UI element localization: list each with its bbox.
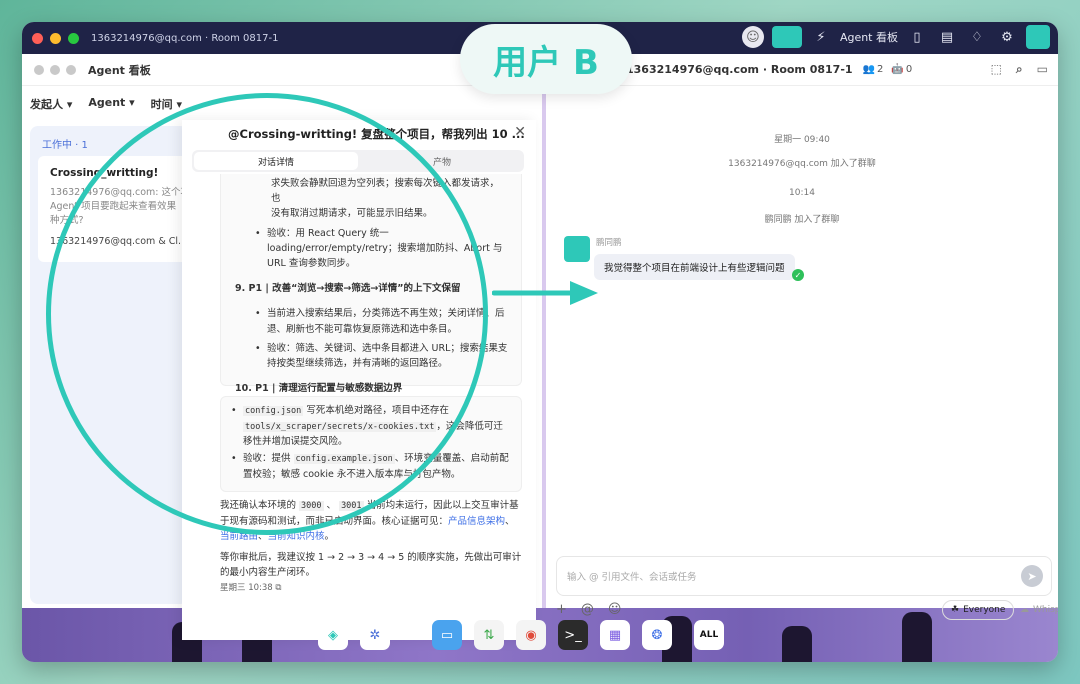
system-time: 星期一 09:40 <box>774 135 830 145</box>
body-text: 等你审批后，我建议按 1 → 2 → 3 → 4 → 5 的顺序实施，先做出可审… <box>220 552 522 579</box>
message-input[interactable]: 输入 @ 引用文件、会话或任务 ➤ <box>556 556 1052 596</box>
search-icon[interactable]: ⌕ <box>1016 62 1023 77</box>
chat-app-icon[interactable]: ❂ <box>642 620 672 650</box>
agent-icon[interactable]: 🤖 <box>891 64 903 75</box>
filter-agent[interactable]: Agent ▾ <box>88 96 134 112</box>
whisper-label: Whisper <box>1033 605 1058 615</box>
chat-message: 我觉得整个项目在前端设计上有些逻辑问题 <box>594 254 795 280</box>
system-message: 鹏同鹏 加入了群聊 <box>764 215 840 225</box>
minimize-window-button[interactable] <box>50 32 61 44</box>
filter-bar: 发起人 ▾ Agent ▾ 时间 ▾ <box>30 96 182 112</box>
app-icon-network[interactable]: ✲ <box>360 620 390 650</box>
body-text: 、 <box>505 515 515 527</box>
input-placeholder: 输入 @ 引用文件、会话或任务 <box>567 572 697 583</box>
avatar[interactable]: ☺ <box>741 26 764 48</box>
maximize-window-button[interactable] <box>68 32 79 44</box>
member-count: 2 <box>877 64 884 75</box>
user-avatar-teal[interactable] <box>771 26 802 48</box>
transfer-icon[interactable]: ⇅ <box>474 620 504 650</box>
whisper-toggle[interactable]: ☁ Whisper <box>1012 600 1058 620</box>
check-icon: ✓ <box>792 269 804 281</box>
close-window-button[interactable] <box>32 32 43 44</box>
plus-icon[interactable]: + <box>556 602 567 617</box>
copy-icon[interactable]: ⧉ <box>275 583 281 593</box>
system-message: 1363214976@qq.com 加入了群聊 <box>728 159 876 169</box>
chrome-icon[interactable]: ◉ <box>516 620 546 650</box>
avatar[interactable] <box>564 236 590 262</box>
filter-initiator[interactable]: 发起人 ▾ <box>30 96 72 112</box>
everyone-icon: ☘ <box>951 605 960 615</box>
window-title: 1363214976@qq.com · Room 0817-1 <box>91 32 279 44</box>
emoji-icon[interactable]: ☺ <box>608 602 622 617</box>
dock: ◈ ✲ ▭ ⇅ ◉ >_ ▦ ❂ ALL <box>318 620 736 650</box>
terminal-icon[interactable]: >_ <box>558 620 588 650</box>
message-time: 星期三 10:38 ⧉ <box>220 582 522 596</box>
body-text: 。 <box>324 530 335 542</box>
maximize-window-button[interactable] <box>66 64 76 75</box>
layout-icon[interactable]: ▤ <box>936 26 958 48</box>
close-window-button[interactable] <box>34 64 44 75</box>
close-icon[interactable]: ✕ <box>514 124 526 140</box>
everyone-label: Everyone <box>963 605 1006 615</box>
highlight-circle <box>46 93 488 535</box>
screenshot-icon[interactable]: ⬚ <box>991 62 1002 77</box>
whisper-icon: ☁ <box>1020 605 1029 615</box>
minimize-window-button[interactable] <box>50 64 60 75</box>
folder-icon[interactable]: ▭ <box>1037 62 1048 77</box>
agent-count: 0 <box>905 64 913 75</box>
all-apps-button[interactable]: ALL <box>694 620 724 650</box>
mention-icon[interactable]: @ <box>581 602 594 617</box>
profile-avatar[interactable] <box>1026 25 1050 49</box>
agent-board-icon[interactable]: ⚡ <box>810 26 832 48</box>
timestamp: 星期三 10:38 <box>220 583 273 593</box>
arrow-icon <box>492 281 598 305</box>
user-badge: 用户 B <box>460 24 632 94</box>
sender-name: 鹏同鹏 <box>596 238 622 248</box>
filter-time[interactable]: 时间 ▾ <box>151 96 182 112</box>
chat-window: 1363214976@qq.com · Room 0817-1 👥 2 🤖 0 … <box>546 54 1058 620</box>
gear-icon[interactable]: ⚙ <box>996 26 1018 48</box>
app-icon-hub[interactable]: ◈ <box>318 620 348 650</box>
everyone-toggle[interactable]: ☘ Everyone <box>942 600 1015 620</box>
link-architecture[interactable]: 产品信息架构 <box>448 516 505 527</box>
send-button[interactable]: ➤ <box>1021 565 1043 587</box>
room-title: 1363214976@qq.com · Room 0817-1 <box>626 63 853 76</box>
bell-icon[interactable]: ♢ <box>966 26 988 48</box>
members-icon[interactable]: 👥 <box>863 64 875 75</box>
bookmark-icon[interactable]: ▯ <box>906 26 928 48</box>
launcher-icon[interactable]: ▦ <box>600 620 630 650</box>
system-time: 10:14 <box>789 188 815 198</box>
folder-icon[interactable]: ▭ <box>432 620 462 650</box>
agent-board-button[interactable]: Agent 看板 <box>840 29 898 45</box>
window-title: Agent 看板 <box>88 63 151 77</box>
